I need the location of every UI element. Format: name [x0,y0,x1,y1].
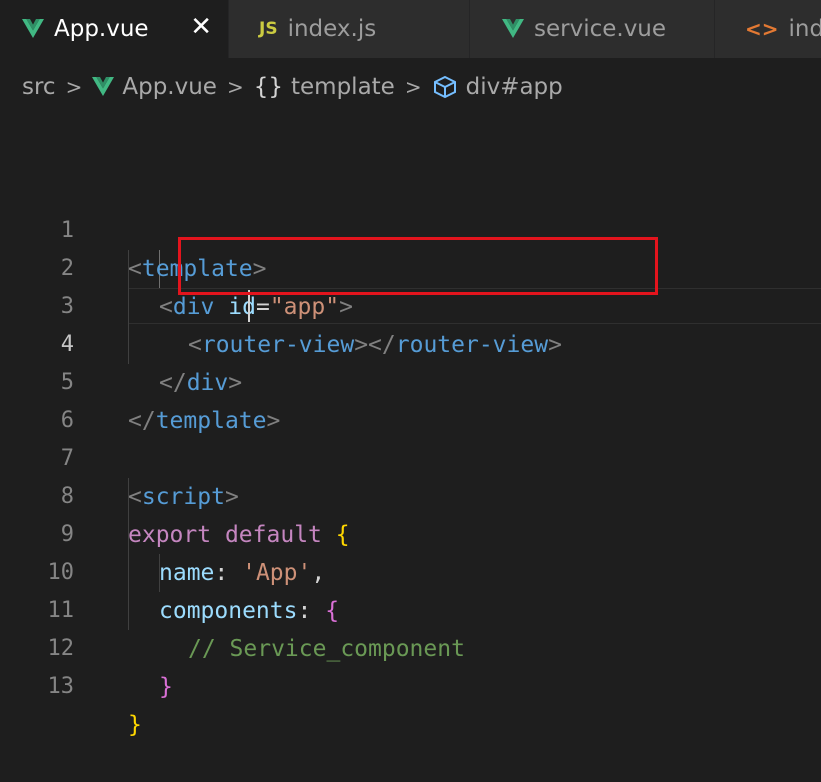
tab-label: index.js [287,16,377,42]
close-icon[interactable]: ✕ [190,14,212,40]
braces-icon: {} [253,74,283,100]
vue-icon [92,77,115,97]
tab-label: service.vue [534,16,667,42]
code-line-9: 9 name: 'App', [0,478,821,586]
chevron-right-icon: > [226,75,244,99]
breadcrumb-item-src[interactable]: src [22,74,56,100]
breadcrumb: src > App.vue > {} template > div#app [0,58,821,116]
code-line-8: 8 export default { [0,440,821,548]
tab-service-vue[interactable]: service.vue [470,0,715,58]
code-line-6: 6 [0,364,821,433]
code-line-12: 12 } [0,592,821,700]
tab-app-vue[interactable]: App.vue ✕ [0,0,229,58]
editor-tab-bar: App.vue ✕ JS index.js service.vue <> ind… [0,0,821,58]
code-line-1: 1 <template> [0,174,821,282]
html-icon: <> [745,17,779,41]
code-line-5: 5 </template> [0,326,821,434]
chevron-right-icon: > [404,75,422,99]
cube-icon [432,75,458,99]
chevron-right-icon: > [65,75,83,99]
breadcrumb-item-div-app[interactable]: div#app [432,74,563,100]
tab-index-html[interactable]: <> inde [715,0,821,58]
annotation-highlight-box [178,237,658,295]
tab-index-js[interactable]: JS index.js [229,0,470,58]
line-number: 13 [47,674,75,699]
breadcrumb-item-app-vue[interactable]: App.vue [92,74,217,100]
tab-label: App.vue [54,16,149,42]
vue-icon [22,19,44,39]
code-editor[interactable]: 1 <template> 2 <div id="app"> 3 <router-… [0,116,821,738]
code-line-7: 7 <script> [0,402,821,510]
vue-icon [502,19,524,39]
js-icon: JS [259,19,278,39]
code-line-10: 10 components: { [0,516,821,624]
breadcrumb-item-template[interactable]: {} template [254,74,395,100]
tab-label: inde [788,16,821,42]
code-line-11: 11 // Service_component [0,554,821,662]
code-line-13: 13 } [0,630,821,738]
